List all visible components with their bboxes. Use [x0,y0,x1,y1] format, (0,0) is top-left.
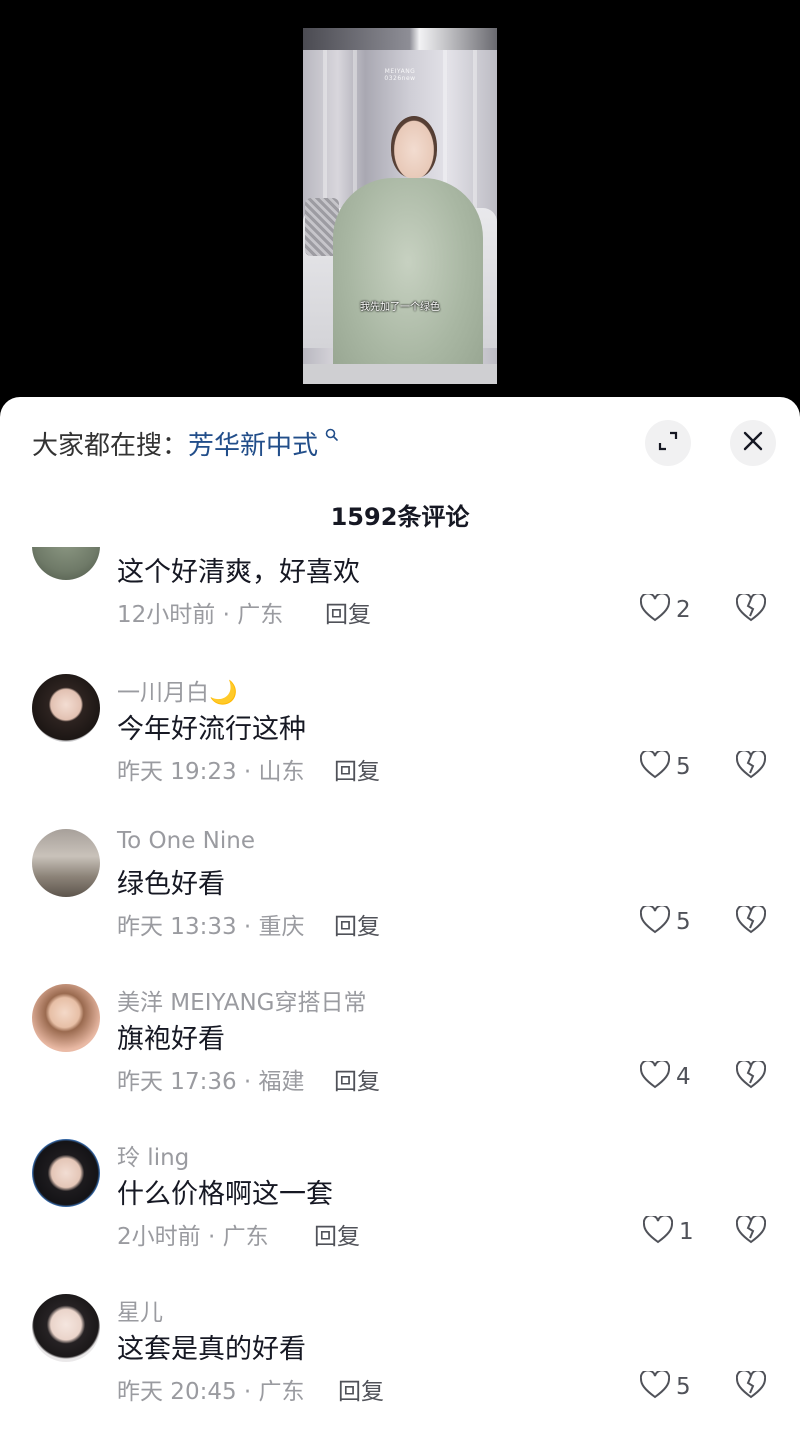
comment-sheet: 大家都在搜：芳华新中式 1592条评论 这个好清爽，好喜欢 12小时前 · 广东… [0,397,800,1439]
dislike-button[interactable] [735,592,767,626]
dislike-button[interactable] [735,1214,767,1248]
comment-text: 今年好流行这种 [117,714,306,745]
video-area[interactable]: MEIYANG 0326new 我先加了一个绿色 [0,0,800,420]
avatar[interactable] [32,984,100,1052]
reply-button[interactable]: 回复 [334,752,380,786]
comment-count: 1592条评论 [330,503,470,531]
comment-meta: 昨天 17:36 · 福建 [117,1069,305,1095]
heart-outline-icon [639,592,671,626]
broken-heart-icon [735,904,767,938]
heart-outline-icon [639,1369,671,1403]
broken-heart-icon [735,1369,767,1403]
like-button[interactable]: 5 [639,749,691,783]
like-count: 5 [676,909,691,935]
comment-meta: 2小时前 · 广东 [117,1224,269,1250]
comment-item: 星儿 这套是真的好看 昨天 20:45 · 广东 回复 5 [0,1290,800,1439]
reply-button[interactable]: 回复 [314,1217,360,1251]
reply-button[interactable]: 回复 [325,595,371,629]
like-count: 5 [676,754,691,780]
reply-button[interactable]: 回复 [338,1372,384,1406]
like-count: 1 [679,1219,694,1245]
search-icon[interactable] [319,428,339,449]
avatar[interactable] [32,1294,100,1362]
like-button[interactable]: 2 [639,592,691,626]
comment-username[interactable]: 玲 ling [117,1138,189,1172]
like-count: 5 [676,1374,691,1400]
search-keyword[interactable]: 芳华新中式 [188,431,318,461]
video-figure-head [391,116,437,178]
reply-button[interactable]: 回复 [334,907,380,941]
heart-outline-icon [639,904,671,938]
comment-text: 这个好清爽，好喜欢 [117,557,360,588]
avatar[interactable] [32,674,100,742]
like-button[interactable]: 4 [639,1059,691,1093]
comment-item: 一川月白🌙 今年好流行这种 昨天 19:23 · 山东 回复 5 [0,670,800,824]
heart-outline-icon [639,1059,671,1093]
comment-username[interactable]: 一川月白🌙 [117,673,238,707]
search-prefix: 大家都在搜： [32,431,189,461]
like-count: 4 [676,1064,691,1090]
heart-outline-icon [639,749,671,783]
video-figure [333,178,483,384]
close-button[interactable] [730,420,776,466]
dislike-button[interactable] [735,904,767,938]
broken-heart-icon [735,1059,767,1093]
comment-meta: 昨天 13:33 · 重庆 [117,914,305,940]
like-count: 2 [676,597,691,623]
reply-button[interactable]: 回复 [334,1062,380,1096]
comment-text: 什么价格啊这一套 [117,1179,333,1210]
video-thumbnail[interactable]: MEIYANG 0326new 我先加了一个绿色 [303,28,497,384]
video-watermark: MEIYANG 0326new [384,68,416,82]
comment-item: 玲 ling 什么价格啊这一套 2小时前 · 广东 回复 1 [0,1135,800,1289]
close-icon [742,430,764,456]
search-suggestion[interactable]: 大家都在搜：芳华新中式 [32,425,339,462]
avatar[interactable] [32,547,100,580]
expand-button[interactable] [645,420,691,466]
expand-icon [656,429,680,457]
video-subtitle: 我先加了一个绿色 [360,302,440,313]
comment-username[interactable]: 美洋 MEIYANG穿搭日常 [117,983,367,1017]
comment-meta: 昨天 20:45 · 广东 [117,1379,305,1405]
dislike-button[interactable] [735,1059,767,1093]
comment-username[interactable]: 星儿 [117,1293,163,1327]
avatar[interactable] [32,829,100,897]
broken-heart-icon [735,749,767,783]
avatar[interactable] [32,1139,100,1207]
like-button[interactable]: 5 [639,1369,691,1403]
comment-text: 这套是真的好看 [117,1334,306,1365]
comment-text: 绿色好看 [117,869,225,900]
comment-list[interactable]: 这个好清爽，好喜欢 12小时前 · 广东 回复 2 一川月白🌙 今年好流行这种 … [0,547,800,1439]
dislike-button[interactable] [735,749,767,783]
comment-meta: 昨天 19:23 · 山东 [117,759,305,785]
comment-meta: 12小时前 · 广东 [117,602,284,628]
comment-text: 旗袍好看 [117,1024,225,1055]
like-button[interactable]: 1 [642,1214,694,1248]
comment-item: To One Nine 绿色好看 昨天 13:33 · 重庆 回复 5 [0,825,800,979]
broken-heart-icon [735,1214,767,1248]
heart-outline-icon [642,1214,674,1248]
comment-username[interactable]: To One Nine [117,828,255,854]
comment-item: 美洋 MEIYANG穿搭日常 旗袍好看 昨天 17:36 · 福建 回复 4 [0,980,800,1134]
dislike-button[interactable] [735,1369,767,1403]
like-button[interactable]: 5 [639,904,691,938]
video-ceiling [303,28,497,50]
broken-heart-icon [735,592,767,626]
